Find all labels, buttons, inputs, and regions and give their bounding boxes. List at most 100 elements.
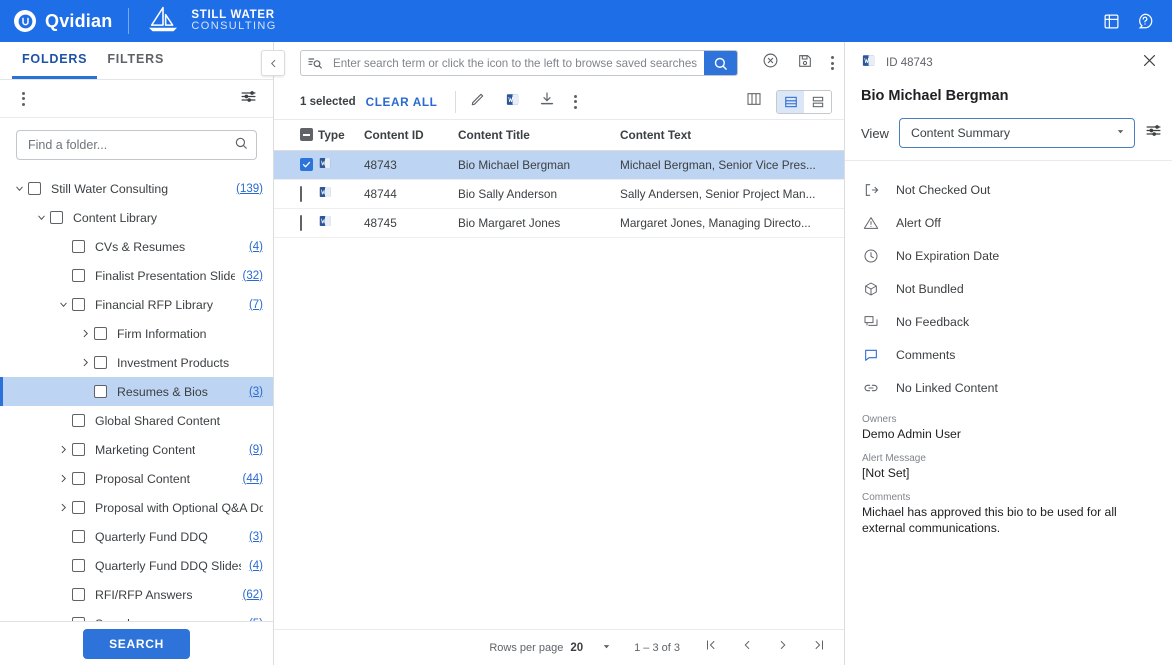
- folder-checkbox[interactable]: [72, 588, 85, 601]
- tune-settings-icon[interactable]: [1145, 122, 1162, 144]
- chevron-right-icon[interactable]: [76, 357, 94, 368]
- folder-count[interactable]: (139): [228, 183, 263, 195]
- list-view-icon[interactable]: [777, 91, 804, 113]
- save-search-icon[interactable]: [797, 53, 813, 74]
- chevron-down-icon[interactable]: [10, 183, 28, 194]
- folder-checkbox[interactable]: [94, 327, 107, 340]
- columns-layout-icon[interactable]: [746, 91, 762, 112]
- more-options-icon[interactable]: [574, 95, 577, 109]
- folder-count[interactable]: (7): [241, 299, 263, 311]
- chevron-right-icon[interactable]: [76, 328, 94, 339]
- row-content-id[interactable]: 48744: [364, 179, 458, 208]
- folder-count[interactable]: (3): [241, 386, 263, 398]
- rows-per-page-dropdown[interactable]: [601, 639, 612, 657]
- folder-tree-item[interactable]: Quarterly Fund DDQ(3): [0, 522, 273, 551]
- folder-tree-item[interactable]: Marketing Content(9): [0, 435, 273, 464]
- folder-checkbox[interactable]: [50, 211, 63, 224]
- folder-tree-item[interactable]: CVs & Resumes(4): [0, 232, 273, 261]
- chevron-down-icon[interactable]: [54, 299, 72, 310]
- folder-checkbox[interactable]: [28, 182, 41, 195]
- clear-all-button[interactable]: CLEAR ALL: [366, 95, 438, 109]
- row-checkbox[interactable]: [300, 215, 302, 231]
- folder-tree-item[interactable]: RFI/RFP Answers(62): [0, 580, 273, 609]
- folder-checkbox[interactable]: [94, 356, 107, 369]
- collapse-left-panel-button[interactable]: [261, 50, 285, 76]
- tab-folders[interactable]: FOLDERS: [12, 42, 97, 79]
- row-content-id[interactable]: 48745: [364, 208, 458, 237]
- first-page-icon[interactable]: [704, 638, 718, 657]
- folder-checkbox[interactable]: [72, 269, 85, 282]
- close-icon[interactable]: [1141, 52, 1158, 74]
- folder-tree-item[interactable]: Resumes & Bios(3): [0, 377, 273, 406]
- search-box[interactable]: [300, 50, 738, 76]
- chevron-down-icon[interactable]: [32, 212, 50, 223]
- search-input[interactable]: [329, 51, 704, 75]
- row-content-text[interactable]: Margaret Jones, Managing Directo...: [620, 208, 844, 237]
- row-checkbox[interactable]: [300, 186, 302, 202]
- table-row[interactable]: 48745Bio Margaret JonesMargaret Jones, M…: [274, 208, 844, 237]
- last-page-icon[interactable]: [812, 638, 826, 657]
- folder-checkbox[interactable]: [72, 501, 85, 514]
- row-checkbox[interactable]: [300, 158, 313, 171]
- folder-tree-item[interactable]: Samples(5): [0, 609, 273, 621]
- folder-tree-item[interactable]: Finalist Presentation Slides(32): [0, 261, 273, 290]
- folder-tree-item[interactable]: Global Shared Content: [0, 406, 273, 435]
- folder-count[interactable]: (44): [235, 473, 263, 485]
- row-content-text[interactable]: Sally Andersen, Senior Project Man...: [620, 179, 844, 208]
- table-row[interactable]: 48743Bio Michael BergmanMichael Bergman,…: [274, 150, 844, 179]
- chevron-down-icon[interactable]: [1115, 126, 1126, 140]
- row-content-title[interactable]: Bio Sally Anderson: [458, 179, 620, 208]
- qvidian-brand[interactable]: Qvidian: [14, 10, 112, 32]
- folder-tree-item[interactable]: Proposal with Optional Q&A Doc Type: [0, 493, 273, 522]
- folder-count[interactable]: (62): [235, 589, 263, 601]
- rows-per-page-value[interactable]: 20: [570, 642, 583, 654]
- folder-count[interactable]: (9): [241, 444, 263, 456]
- detail-status-item[interactable]: Comments: [845, 338, 1172, 371]
- more-options-icon[interactable]: [831, 56, 834, 70]
- column-header-type[interactable]: Type: [318, 120, 364, 150]
- detail-status-item[interactable]: No Expiration Date: [845, 239, 1172, 272]
- find-folder-box[interactable]: [16, 130, 257, 160]
- column-header-content-title[interactable]: Content Title: [458, 120, 620, 150]
- detail-status-item[interactable]: Alert Off: [845, 206, 1172, 239]
- folder-checkbox[interactable]: [72, 414, 85, 427]
- search-submit-button[interactable]: [704, 51, 737, 75]
- more-options-icon[interactable]: [22, 92, 25, 106]
- folder-count[interactable]: (5): [241, 618, 263, 622]
- folder-checkbox[interactable]: [72, 617, 85, 621]
- folder-checkbox[interactable]: [72, 472, 85, 485]
- find-folder-input[interactable]: [28, 138, 228, 152]
- download-icon[interactable]: [539, 91, 555, 112]
- search-icon[interactable]: [234, 136, 248, 155]
- detail-status-item[interactable]: Not Checked Out: [845, 173, 1172, 206]
- edit-pencil-icon[interactable]: [470, 91, 486, 112]
- detail-status-item[interactable]: Not Bundled: [845, 272, 1172, 305]
- tune-settings-icon[interactable]: [240, 88, 257, 110]
- folder-tree-item[interactable]: Financial RFP Library(7): [0, 290, 273, 319]
- row-content-title[interactable]: Bio Margaret Jones: [458, 208, 620, 237]
- next-page-icon[interactable]: [776, 638, 790, 657]
- folder-checkbox[interactable]: [72, 559, 85, 572]
- detail-status-item[interactable]: No Feedback: [845, 305, 1172, 338]
- row-content-title[interactable]: Bio Michael Bergman: [458, 150, 620, 179]
- chevron-right-icon[interactable]: [54, 444, 72, 455]
- detail-status-item[interactable]: No Linked Content: [845, 371, 1172, 404]
- card-view-icon[interactable]: [804, 91, 831, 113]
- view-select[interactable]: Content Summary: [899, 118, 1135, 148]
- previous-page-icon[interactable]: [740, 638, 754, 657]
- folder-tree-item[interactable]: Quarterly Fund DDQ Slides(4): [0, 551, 273, 580]
- row-content-id[interactable]: 48743: [364, 150, 458, 179]
- folder-checkbox[interactable]: [72, 443, 85, 456]
- clear-search-icon[interactable]: [762, 52, 779, 74]
- select-all-checkbox[interactable]: [300, 128, 313, 141]
- row-content-text[interactable]: Michael Bergman, Senior Vice Pres...: [620, 150, 844, 179]
- chevron-right-icon[interactable]: [54, 473, 72, 484]
- help-icon[interactable]: [1136, 12, 1154, 30]
- folder-count[interactable]: (32): [235, 270, 263, 282]
- column-header-content-id[interactable]: Content ID: [364, 120, 458, 150]
- folder-tree-item[interactable]: Investment Products: [0, 348, 273, 377]
- folder-tree-item[interactable]: Content Library: [0, 203, 273, 232]
- table-row[interactable]: 48744Bio Sally AndersonSally Andersen, S…: [274, 179, 844, 208]
- search-button[interactable]: SEARCH: [83, 629, 190, 659]
- grid-layout-icon[interactable]: [1103, 13, 1120, 30]
